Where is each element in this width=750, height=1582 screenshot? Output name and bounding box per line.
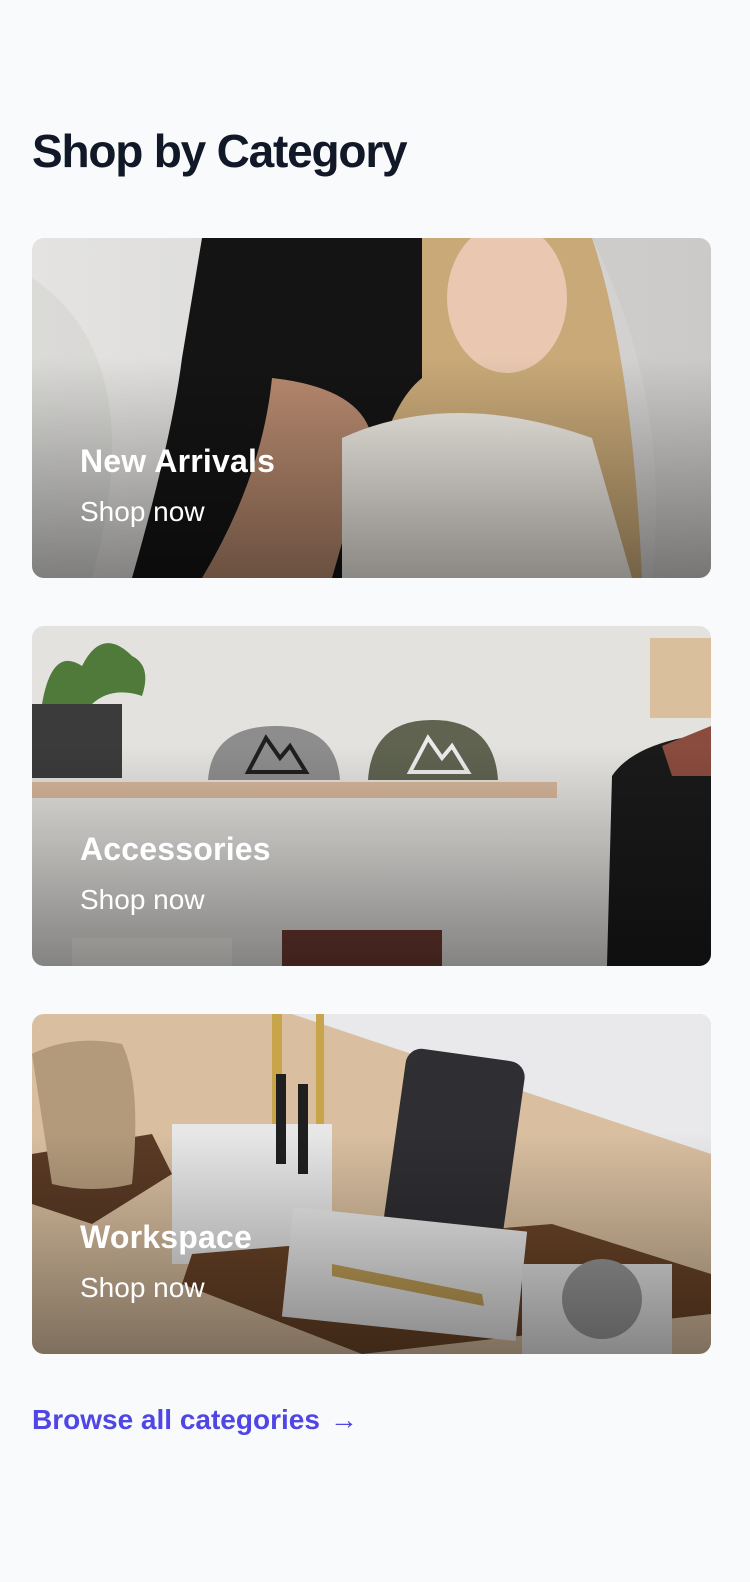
page-title: Shop by Category: [32, 125, 408, 177]
shop-now-link[interactable]: Shop now: [80, 1272, 205, 1304]
category-card-workspace[interactable]: Workspace Shop now: [32, 1014, 711, 1354]
category-card-accessories[interactable]: Accessories Shop now: [32, 626, 711, 966]
category-title: Accessories: [80, 831, 271, 867]
browse-all-categories-link[interactable]: Browse all categories →: [32, 1404, 358, 1436]
shop-now-link[interactable]: Shop now: [80, 496, 205, 528]
arrow-right-icon: →: [329, 1404, 358, 1435]
category-title: New Arrivals: [80, 443, 276, 479]
category-card-new-arrivals[interactable]: New Arrivals Shop now: [32, 238, 711, 578]
shop-now-link[interactable]: Shop now: [80, 884, 205, 916]
browse-all-label: Browse all categories: [32, 1404, 320, 1435]
category-title: Workspace: [80, 1219, 252, 1255]
